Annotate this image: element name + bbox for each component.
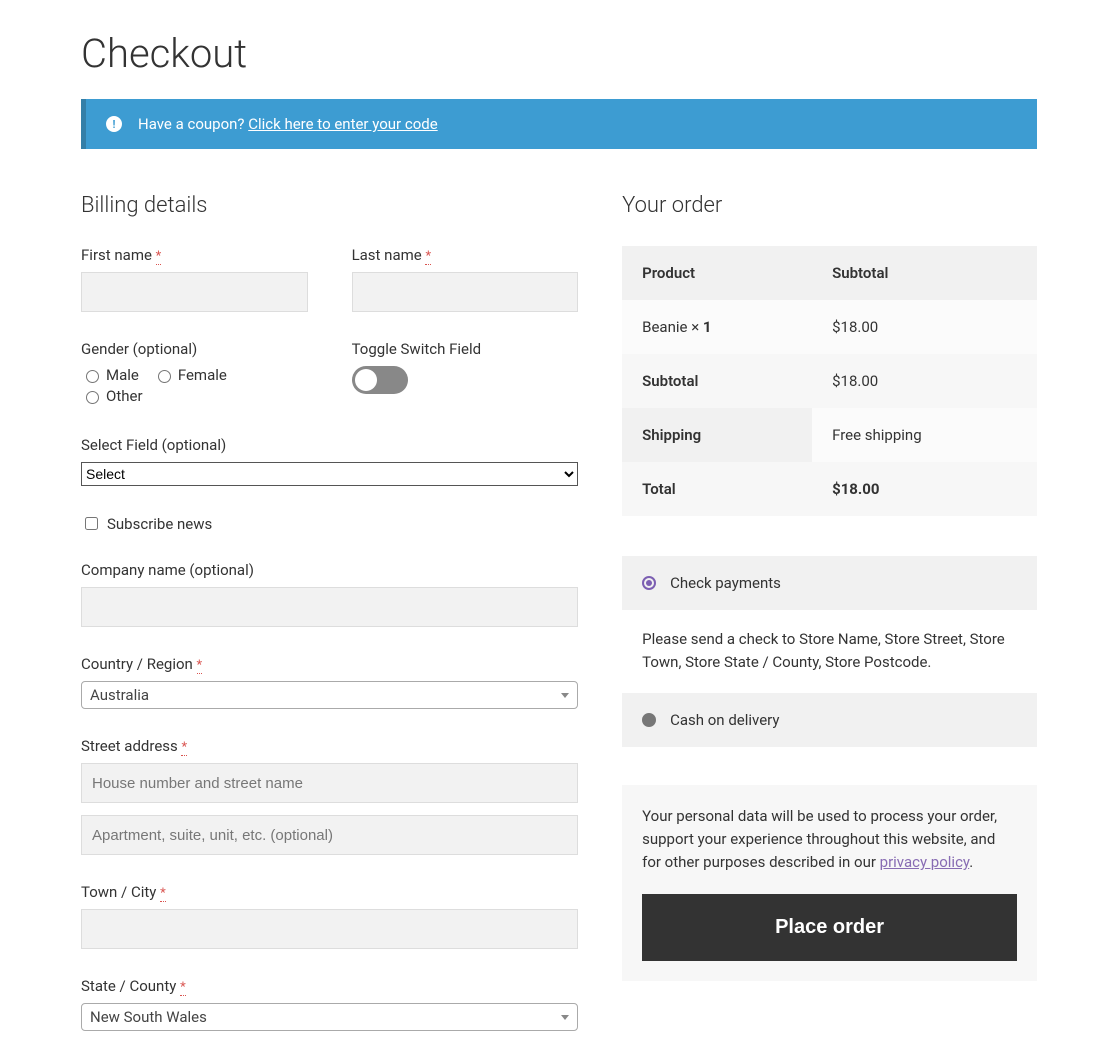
gender-option-other[interactable]: Other (81, 387, 143, 405)
country-select[interactable]: Australia (81, 681, 578, 709)
order-heading: Your order (622, 193, 1037, 218)
city-input[interactable] (81, 909, 578, 949)
page-title: Checkout (81, 30, 1037, 77)
payment-method-check-label: Check payments (670, 574, 781, 592)
country-value: Australia (90, 686, 149, 704)
state-select[interactable]: New South Wales (81, 1003, 578, 1031)
last-name-input[interactable] (352, 272, 579, 312)
privacy-note: Your personal data will be used to proce… (622, 785, 1037, 982)
gender-option-male[interactable]: Male (81, 366, 139, 384)
payment-method-check[interactable]: Check payments (622, 556, 1037, 610)
toggle-label: Toggle Switch Field (352, 340, 579, 358)
company-label: Company name (optional) (81, 561, 578, 579)
chevron-down-icon (561, 1015, 569, 1020)
toggle-switch[interactable] (352, 366, 408, 394)
order-col-product: Product (622, 246, 812, 300)
gender-radio-male[interactable] (86, 370, 99, 383)
coupon-link[interactable]: Click here to enter your code (248, 115, 437, 133)
city-label: Town / City * (81, 883, 578, 901)
gender-radio-other[interactable] (86, 391, 99, 404)
payment-method-cod-label: Cash on delivery (670, 711, 779, 729)
order-shipping-row: Shipping Free shipping (622, 408, 1037, 462)
first-name-input[interactable] (81, 272, 308, 312)
first-name-label: First name * (81, 246, 308, 264)
coupon-notice: ! Have a coupon? Click here to enter you… (81, 99, 1037, 149)
payment-method-check-desc: Please send a check to Store Name, Store… (622, 610, 1037, 693)
company-input[interactable] (81, 587, 578, 627)
select-field-label: Select Field (optional) (81, 436, 578, 454)
subscribe-label: Subscribe news (107, 515, 212, 533)
order-total-row: Total $18.00 (622, 462, 1037, 516)
order-item-row: Beanie × 1 $18.00 (622, 300, 1037, 354)
country-label: Country / Region * (81, 655, 578, 673)
last-name-label: Last name * (352, 246, 579, 264)
order-table: Product Subtotal Beanie × 1 $18.00 Subto… (622, 246, 1037, 516)
payment-method-cod[interactable]: Cash on delivery (622, 693, 1037, 747)
gender-radio-female[interactable] (158, 370, 171, 383)
chevron-down-icon (561, 693, 569, 698)
state-value: New South Wales (90, 1008, 207, 1026)
privacy-policy-link[interactable]: privacy policy (880, 853, 970, 871)
radio-unselected-icon (642, 713, 656, 727)
select-field[interactable]: Select (81, 462, 578, 486)
coupon-notice-text: Have a coupon? (138, 115, 248, 133)
street-input-2[interactable] (81, 815, 578, 855)
state-label: State / County * (81, 977, 578, 995)
radio-selected-icon (642, 576, 656, 590)
subscribe-checkbox[interactable] (85, 517, 98, 530)
gender-option-female[interactable]: Female (153, 366, 227, 384)
order-col-subtotal: Subtotal (812, 246, 1037, 300)
street-label: Street address * (81, 737, 578, 755)
info-icon: ! (106, 116, 122, 132)
place-order-button[interactable]: Place order (642, 894, 1017, 961)
order-subtotal-row: Subtotal $18.00 (622, 354, 1037, 408)
street-input-1[interactable] (81, 763, 578, 803)
gender-label: Gender (optional) (81, 340, 308, 358)
billing-heading: Billing details (81, 193, 578, 218)
